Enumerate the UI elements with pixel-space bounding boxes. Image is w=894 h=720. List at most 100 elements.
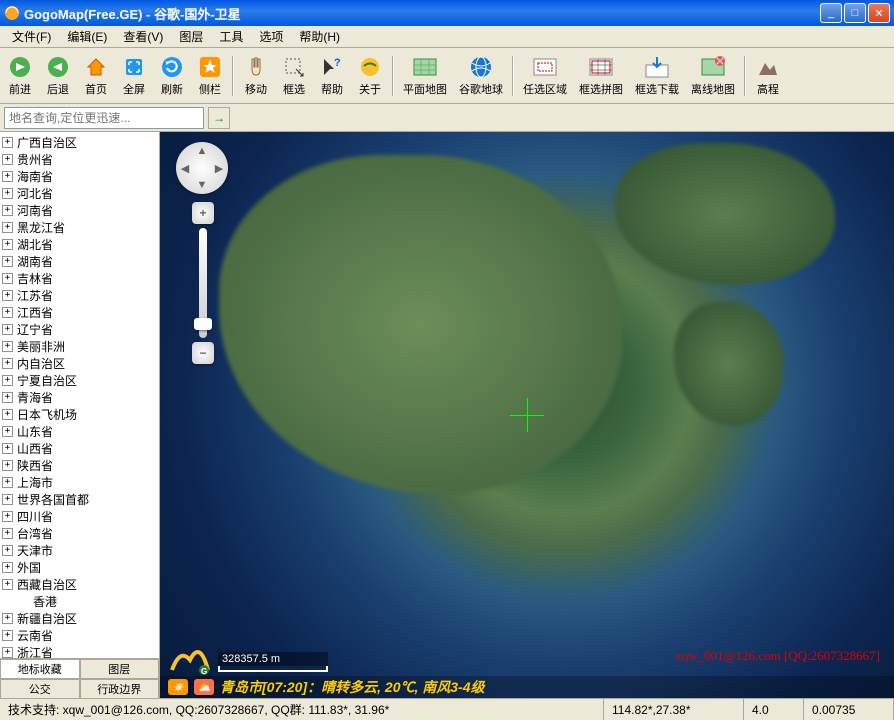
tab-admin[interactable]: 行政边界: [80, 679, 160, 699]
tree-item-label[interactable]: 内自治区: [17, 355, 65, 372]
tree-expander-icon[interactable]: +: [2, 137, 13, 148]
tree-expander-icon[interactable]: +: [2, 392, 13, 403]
tree-item-label[interactable]: 山西省: [17, 440, 53, 457]
sidebar-button[interactable]: 侧栏: [192, 52, 228, 100]
tree-item-label[interactable]: 海南省: [17, 168, 53, 185]
tree-item-label[interactable]: 辽宁省: [17, 321, 53, 338]
tree-item[interactable]: + 内自治区: [2, 355, 157, 372]
tree-item-label[interactable]: 黑龙江省: [17, 219, 65, 236]
tree-expander-icon[interactable]: +: [2, 239, 13, 250]
menu-edit[interactable]: 编辑(E): [59, 26, 115, 47]
forward-button[interactable]: 前进: [2, 52, 38, 100]
menu-layers[interactable]: 图层: [171, 26, 211, 47]
move-button[interactable]: 移动: [238, 52, 274, 100]
tree-item[interactable]: +四川省: [2, 508, 157, 525]
tree-expander-icon[interactable]: +: [2, 409, 13, 420]
zoom-out-button[interactable]: −: [192, 342, 214, 364]
home-button[interactable]: 首页: [78, 52, 114, 100]
tree-item-label[interactable]: 上海市: [17, 474, 53, 491]
tree-item[interactable]: + 宁夏自治区: [2, 372, 157, 389]
tree-expander-icon[interactable]: +: [2, 358, 13, 369]
help-button[interactable]: ?帮助: [314, 52, 350, 100]
tree-item[interactable]: +外国: [2, 559, 157, 576]
tree-item[interactable]: + 黑龙江省: [2, 219, 157, 236]
tree-item-label[interactable]: 天津市: [17, 542, 53, 559]
tree-item[interactable]: +世界各国首都: [2, 491, 157, 508]
zoom-in-button[interactable]: +: [192, 202, 214, 224]
tree-item[interactable]: + 陕西省: [2, 457, 157, 474]
tree-item-label[interactable]: 贵州省: [17, 151, 53, 168]
tree-expander-icon[interactable]: +: [2, 222, 13, 233]
pan-up-button[interactable]: ▲: [195, 144, 209, 158]
offline-map-button[interactable]: 离线地图: [686, 52, 740, 100]
tree-item-label[interactable]: 河南省: [17, 202, 53, 219]
tree-expander-icon[interactable]: +: [2, 494, 13, 505]
tree-item-label[interactable]: 青海省: [17, 389, 53, 406]
menu-options[interactable]: 选项: [251, 26, 291, 47]
tab-layers[interactable]: 图层: [80, 659, 160, 679]
tree-expander-icon[interactable]: +: [2, 460, 13, 471]
tree-item[interactable]: +香港: [2, 593, 157, 610]
tree-expander-icon[interactable]: +: [2, 273, 13, 284]
tab-transit[interactable]: 公交: [0, 679, 80, 699]
tree-item-label[interactable]: 外国: [17, 559, 41, 576]
tree-item[interactable]: + 广西自治区: [2, 134, 157, 151]
tree-item[interactable]: +湖南省: [2, 253, 157, 270]
tree-expander-icon[interactable]: +: [2, 426, 13, 437]
tree-expander-icon[interactable]: +: [2, 375, 13, 386]
tree-item-label[interactable]: 香港: [33, 593, 57, 610]
close-button[interactable]: ✕: [868, 3, 890, 23]
map-viewport[interactable]: ▲ ▼ ◀ ▶ + − G 328357.5 m xqw_001@126.com…: [160, 132, 894, 698]
search-go-button[interactable]: →: [208, 107, 230, 129]
search-input[interactable]: [4, 107, 204, 129]
menu-view[interactable]: 查看(V): [115, 26, 171, 47]
flat-map-button[interactable]: 平面地图: [398, 52, 452, 100]
tree-item[interactable]: +新疆自治区: [2, 610, 157, 627]
tree-item[interactable]: + 吉林省: [2, 270, 157, 287]
tree-item-label[interactable]: 云南省: [17, 627, 53, 644]
pan-down-button[interactable]: ▼: [195, 178, 209, 192]
tree-expander-icon[interactable]: +: [2, 154, 13, 165]
about-button[interactable]: 关于: [352, 52, 388, 100]
tree-expander-icon[interactable]: +: [2, 205, 13, 216]
box-tile-button[interactable]: 框选拼图: [574, 52, 628, 100]
region-tree[interactable]: +广西自治区+贵州省+海南省+河北省+河南省+黑龙江省+湖北省+湖南省+吉林省+…: [0, 132, 159, 658]
tree-item-label[interactable]: 台湾省: [17, 525, 53, 542]
fullscreen-button[interactable]: 全屏: [116, 52, 152, 100]
zoom-slider-handle[interactable]: [194, 318, 212, 330]
minimize-button[interactable]: _: [820, 3, 842, 23]
tree-item[interactable]: + 河南省: [2, 202, 157, 219]
zoom-slider-track[interactable]: [199, 228, 207, 338]
tree-item[interactable]: + 辽宁省: [2, 321, 157, 338]
tree-item-label[interactable]: 陕西省: [17, 457, 53, 474]
tab-landmarks[interactable]: 地标收藏: [0, 659, 80, 679]
tree-item-label[interactable]: 湖南省: [17, 253, 53, 270]
tree-item[interactable]: +云南省: [2, 627, 157, 644]
tree-item[interactable]: + 海南省: [2, 168, 157, 185]
tree-item-label[interactable]: 日本飞机场: [17, 406, 77, 423]
tree-item-label[interactable]: 江西省: [17, 304, 53, 321]
tree-item[interactable]: + 美丽非洲: [2, 338, 157, 355]
tree-expander-icon[interactable]: +: [2, 188, 13, 199]
tree-expander-icon[interactable]: +: [2, 341, 13, 352]
tree-item[interactable]: + 湖北省: [2, 236, 157, 253]
tree-item-label[interactable]: 宁夏自治区: [17, 372, 77, 389]
tree-expander-icon[interactable]: +: [2, 171, 13, 182]
tree-expander-icon[interactable]: +: [2, 324, 13, 335]
tree-expander-icon[interactable]: +: [2, 307, 13, 318]
tree-expander-icon[interactable]: +: [2, 528, 13, 539]
tree-item-label[interactable]: 广西自治区: [17, 134, 77, 151]
tree-item[interactable]: +江苏省: [2, 287, 157, 304]
tree-item[interactable]: + 江西省: [2, 304, 157, 321]
tree-item-label[interactable]: 吉林省: [17, 270, 53, 287]
pan-right-button[interactable]: ▶: [212, 161, 226, 175]
tree-expander-icon[interactable]: +: [2, 290, 13, 301]
tree-item-label[interactable]: 湖北省: [17, 236, 53, 253]
tree-item-label[interactable]: 山东省: [17, 423, 53, 440]
menu-file[interactable]: 文件(F): [4, 26, 59, 47]
tree-item[interactable]: + 青海省: [2, 389, 157, 406]
tree-item[interactable]: + 贵州省: [2, 151, 157, 168]
tree-item-label[interactable]: 美丽非洲: [17, 338, 65, 355]
refresh-button[interactable]: 刷新: [154, 52, 190, 100]
tree-item-label[interactable]: 西藏自治区: [17, 576, 77, 593]
